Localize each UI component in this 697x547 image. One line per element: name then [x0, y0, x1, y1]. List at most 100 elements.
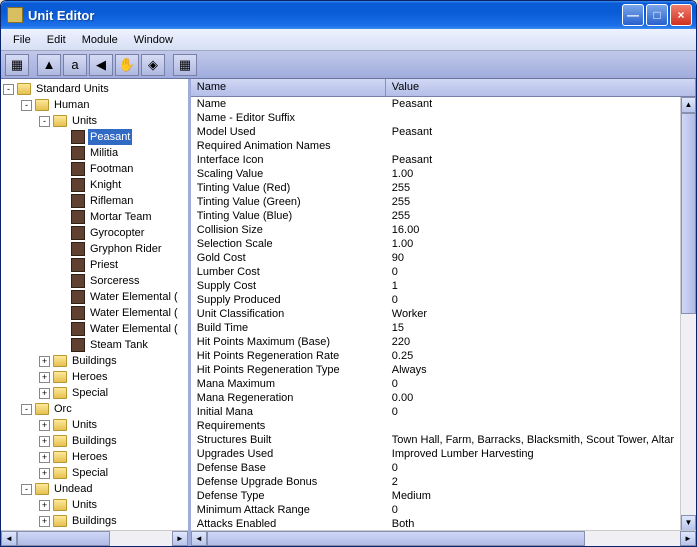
tree-hscroll[interactable]: ◄ ►	[1, 530, 188, 546]
expand-icon[interactable]: +	[39, 436, 50, 447]
tree-node[interactable]: +Buildings	[3, 433, 188, 449]
tree-label[interactable]: Steam Tank	[88, 337, 150, 353]
property-value[interactable]: Peasant	[386, 153, 680, 167]
tree-label[interactable]: Militia	[88, 145, 120, 161]
expand-icon[interactable]: +	[39, 468, 50, 479]
property-value[interactable]: 1	[386, 279, 680, 293]
grid-row[interactable]: Tinting Value (Green)255	[191, 195, 680, 209]
tree-label[interactable]: Footman	[88, 161, 135, 177]
tree-label[interactable]: Water Elemental (	[88, 305, 180, 321]
tree-node[interactable]: +Special	[3, 385, 188, 401]
property-value[interactable]: 0	[386, 265, 680, 279]
grid-row[interactable]: Supply Produced0	[191, 293, 680, 307]
tree-label[interactable]: Mortar Team	[88, 209, 154, 225]
tree-label[interactable]: Buildings	[70, 353, 119, 369]
menu-module[interactable]: Module	[74, 32, 126, 48]
column-value[interactable]: Value	[386, 79, 696, 96]
expand-icon[interactable]: +	[39, 516, 50, 527]
property-value[interactable]: 255	[386, 181, 680, 195]
grid-row[interactable]: Gold Cost90	[191, 251, 680, 265]
menu-window[interactable]: Window	[126, 32, 181, 48]
property-value[interactable]: 255	[386, 195, 680, 209]
scroll-down-icon[interactable]: ▼	[681, 515, 696, 530]
tree-node[interactable]: Water Elemental (	[3, 321, 188, 337]
grid-row[interactable]: Unit ClassificationWorker	[191, 307, 680, 321]
property-value[interactable]: 0	[386, 405, 680, 419]
property-value[interactable]: Worker	[386, 307, 680, 321]
tree-label[interactable]: Buildings	[70, 513, 119, 529]
tree-label[interactable]: Heroes	[70, 449, 109, 465]
grid-row[interactable]: Hit Points Regeneration Rate0.25	[191, 349, 680, 363]
grid-row[interactable]: Initial Mana0	[191, 405, 680, 419]
tree-label[interactable]: Peasant	[88, 129, 132, 145]
property-value[interactable]: Peasant	[386, 97, 680, 111]
grid-row[interactable]: Defense Base0	[191, 461, 680, 475]
minimize-button[interactable]: —	[622, 4, 644, 26]
property-value[interactable]	[386, 139, 680, 153]
grid-row[interactable]: Upgrades UsedImproved Lumber Harvesting	[191, 447, 680, 461]
grid-row[interactable]: Structures BuiltTown Hall, Farm, Barrack…	[191, 433, 680, 447]
scroll-thumb[interactable]	[17, 531, 110, 546]
grid-row[interactable]: Mana Maximum0	[191, 377, 680, 391]
tree-node[interactable]: +Buildings	[3, 353, 188, 369]
tree-node[interactable]: Priest	[3, 257, 188, 273]
tree-node[interactable]: - Undead	[3, 481, 188, 497]
tree-node[interactable]: +Units	[3, 417, 188, 433]
tree-label[interactable]: Gyrocopter	[88, 225, 146, 241]
property-value[interactable]: 0	[386, 503, 680, 517]
property-value[interactable]: 0	[386, 293, 680, 307]
tree-node[interactable]: -Units	[3, 113, 188, 129]
property-value[interactable]: 2	[386, 475, 680, 489]
property-value[interactable]: 16.00	[386, 223, 680, 237]
tree-node[interactable]: Gryphon Rider	[3, 241, 188, 257]
property-value[interactable]: Improved Lumber Harvesting	[386, 447, 680, 461]
tree-node[interactable]: Rifleman	[3, 193, 188, 209]
grid-row[interactable]: Model UsedPeasant	[191, 125, 680, 139]
property-value[interactable]: 220	[386, 335, 680, 349]
tree-node[interactable]: Sorceress	[3, 273, 188, 289]
grid-row[interactable]: Hit Points Regeneration TypeAlways	[191, 363, 680, 377]
tree-node[interactable]: - Human	[3, 97, 188, 113]
collapse-icon[interactable]: -	[21, 484, 32, 495]
tree-label[interactable]: Gryphon Rider	[88, 241, 164, 257]
scroll-right-icon[interactable]: ►	[680, 531, 696, 546]
property-value[interactable]: 1.00	[386, 167, 680, 181]
property-value[interactable]: 1.00	[386, 237, 680, 251]
tree-label[interactable]: Heroes	[70, 369, 109, 385]
grid-row[interactable]: Supply Cost1	[191, 279, 680, 293]
toolbar-button-4[interactable]: ◀	[89, 54, 113, 76]
collapse-icon[interactable]: -	[3, 84, 14, 95]
tree-node[interactable]: -Standard Units	[3, 81, 188, 97]
grid-row[interactable]: Mana Regeneration0.00	[191, 391, 680, 405]
scroll-thumb[interactable]	[207, 531, 586, 546]
grid-row[interactable]: Tinting Value (Blue)255	[191, 209, 680, 223]
grid-row[interactable]: Required Animation Names	[191, 139, 680, 153]
property-value[interactable]: Medium	[386, 489, 680, 503]
tree-label[interactable]: Human	[52, 97, 91, 113]
grid-row[interactable]: Hit Points Maximum (Base)220	[191, 335, 680, 349]
collapse-icon[interactable]: -	[39, 116, 50, 127]
tree-node[interactable]: Militia	[3, 145, 188, 161]
tree-label[interactable]: Priest	[88, 257, 120, 273]
grid-row[interactable]: Scaling Value1.00	[191, 167, 680, 181]
toolbar-button-3[interactable]: a	[63, 54, 87, 76]
toolbar-button-6[interactable]: ◈	[141, 54, 165, 76]
tree-node[interactable]: + Buildings	[3, 513, 188, 529]
tree-node[interactable]: +Heroes	[3, 369, 188, 385]
scroll-left-icon[interactable]: ◄	[191, 531, 207, 546]
property-value[interactable]: 0	[386, 461, 680, 475]
property-value[interactable]: Town Hall, Farm, Barracks, Blacksmith, S…	[386, 433, 680, 447]
column-name[interactable]: Name	[191, 79, 386, 96]
collapse-icon[interactable]: -	[21, 100, 32, 111]
tree-node[interactable]: Mortar Team	[3, 209, 188, 225]
tree-label[interactable]: Undead	[52, 481, 95, 497]
grid-row[interactable]: Interface IconPeasant	[191, 153, 680, 167]
toolbar-button-1[interactable]: ▦	[5, 54, 29, 76]
grid-row[interactable]: Tinting Value (Red)255	[191, 181, 680, 195]
toolbar-button-2[interactable]: ▲	[37, 54, 61, 76]
grid-row[interactable]: Defense TypeMedium	[191, 489, 680, 503]
grid-row[interactable]: Name - Editor Suffix	[191, 111, 680, 125]
tree-node[interactable]: Knight	[3, 177, 188, 193]
tree-node[interactable]: Water Elemental (	[3, 289, 188, 305]
grid-vscroll[interactable]: ▲ ▼	[680, 97, 696, 530]
